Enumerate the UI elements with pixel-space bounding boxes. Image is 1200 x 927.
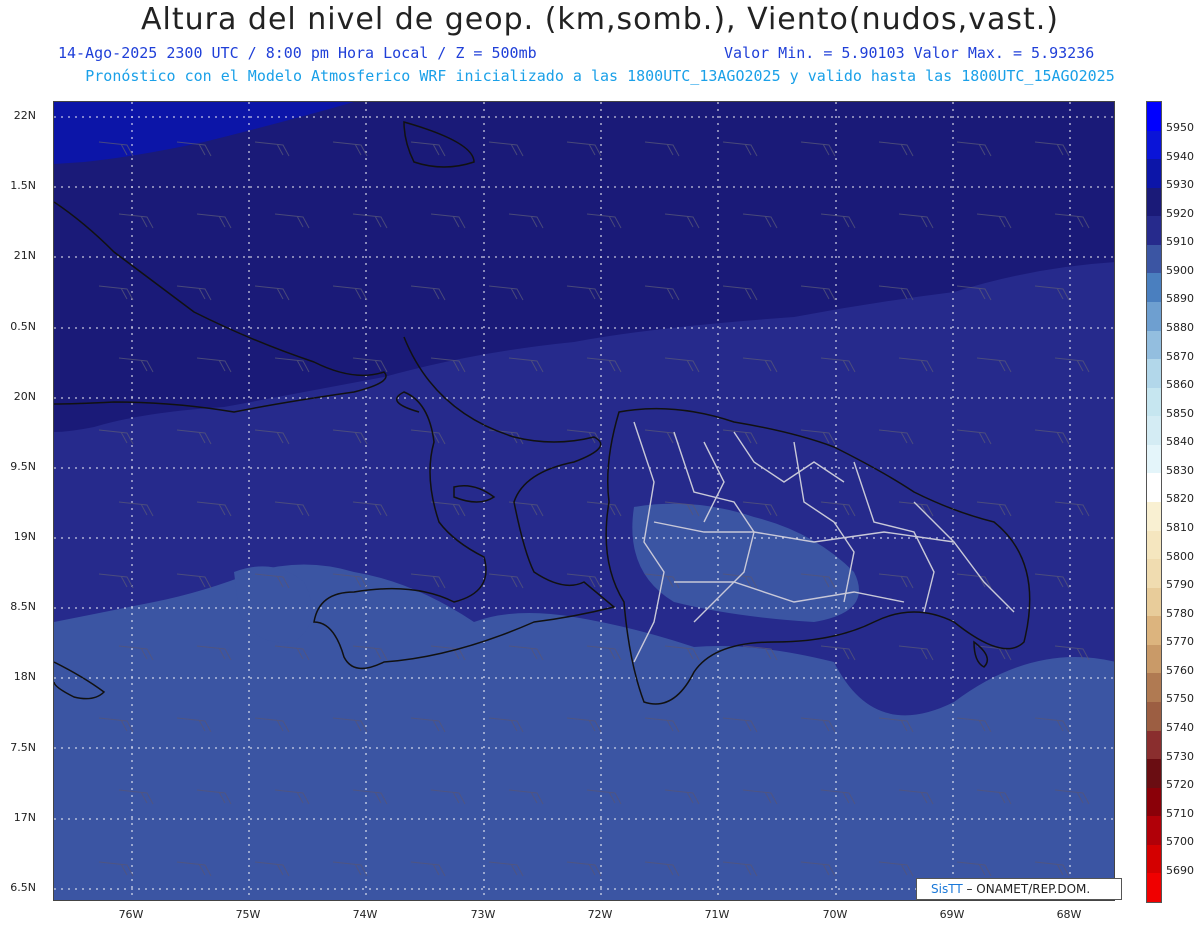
- lat-label: 21N: [13, 249, 36, 262]
- color-scale-label: 5920: [1166, 206, 1194, 220]
- credit-box: SisTT – ONAMET/REP.DOM.: [916, 878, 1122, 900]
- color-segment: [1147, 816, 1161, 846]
- color-scale-label: 5880: [1166, 321, 1194, 334]
- min-max-text: Valor Min. = 5.90103 Valor Max. = 5.9323…: [724, 44, 1095, 62]
- color-segment: [1147, 759, 1161, 789]
- color-scale-label: 5770: [1166, 635, 1194, 649]
- color-segment: [1147, 473, 1161, 503]
- color-segment: [1147, 730, 1161, 760]
- color-scale-label: 5830: [1166, 463, 1194, 477]
- model-info-text: Pronóstico con el Modelo Atmosferico WRF…: [85, 67, 1115, 85]
- color-segment: [1147, 159, 1161, 189]
- color-segment: [1147, 673, 1161, 703]
- lon-label: 70W: [822, 908, 848, 921]
- color-segment: [1147, 102, 1161, 132]
- color-segment: [1147, 702, 1161, 732]
- color-segment: [1147, 216, 1161, 246]
- lat-label: 6.5N: [10, 881, 36, 894]
- lon-label: 72W: [587, 908, 613, 921]
- color-scale-label: 5750: [1166, 692, 1194, 706]
- color-segment: [1147, 873, 1161, 903]
- color-scale-label: 5840: [1166, 435, 1194, 449]
- lon-label: 75W: [235, 908, 261, 921]
- color-scale-label: 5890: [1166, 292, 1194, 306]
- color-scale-label: 5940: [1166, 149, 1194, 163]
- lat-label: 9.5N: [10, 460, 36, 473]
- lon-label: 74W: [352, 908, 378, 921]
- color-segment: [1147, 359, 1161, 389]
- color-scale-label: 5790: [1166, 578, 1194, 592]
- color-scale-label: 5950: [1166, 121, 1194, 134]
- color-segment: [1147, 559, 1161, 589]
- color-segment: [1147, 444, 1161, 474]
- color-segment: [1147, 273, 1161, 303]
- color-scale-label: 5820: [1166, 492, 1194, 506]
- valid-time-text: 14-Ago-2025 2300 UTC / 8:00 pm Hora Loca…: [58, 44, 537, 62]
- color-scale-label: 5730: [1166, 749, 1194, 763]
- color-scale-bar: [1146, 101, 1162, 903]
- credit-text: – ONAMET/REP.DOM.: [966, 882, 1091, 896]
- color-scale-label: 5800: [1166, 549, 1194, 563]
- lon-label: 76W: [118, 908, 144, 921]
- color-scale-label: 5760: [1166, 663, 1194, 677]
- lon-label: 69W: [939, 908, 965, 921]
- lat-label: 1.5N: [10, 179, 36, 192]
- color-segment: [1147, 130, 1161, 160]
- color-segment: [1147, 416, 1161, 446]
- color-segment: [1147, 530, 1161, 560]
- map-panel: [53, 101, 1115, 901]
- color-scale-label: 5740: [1166, 721, 1194, 734]
- color-scale-label: 5690: [1166, 863, 1194, 877]
- map-title: Altura del nivel de geop. (km,somb.), Vi…: [141, 2, 1059, 37]
- lat-label: 18N: [13, 670, 36, 683]
- color-scale-label: 5850: [1166, 406, 1194, 420]
- color-scale-label: 5910: [1166, 235, 1194, 249]
- lon-label: 71W: [704, 908, 730, 921]
- lat-label: 8.5N: [10, 600, 36, 613]
- color-scale-label: 5900: [1166, 263, 1194, 277]
- color-scale-label: 5780: [1166, 606, 1194, 620]
- color-scale-label: 5810: [1166, 521, 1194, 534]
- lat-label: 17N: [13, 811, 36, 824]
- color-segment: [1147, 616, 1161, 646]
- color-segment: [1147, 302, 1161, 332]
- color-scale-label: 5860: [1166, 378, 1194, 392]
- color-segment: [1147, 787, 1161, 817]
- color-segment: [1147, 244, 1161, 274]
- color-segment: [1147, 187, 1161, 217]
- color-scale-label: 5870: [1166, 349, 1194, 363]
- color-segment: [1147, 502, 1161, 532]
- lat-label: 22N: [13, 109, 36, 122]
- lat-label: 20N: [13, 390, 36, 403]
- color-segment: [1147, 644, 1161, 674]
- color-scale-label: 5720: [1166, 778, 1194, 792]
- lat-label: 19N: [13, 530, 36, 543]
- lat-label: 0.5N: [10, 320, 36, 333]
- map-canvas: [54, 102, 1114, 900]
- color-segment: [1147, 387, 1161, 417]
- color-scale-label: 5710: [1166, 806, 1194, 820]
- lat-label: 7.5N: [10, 741, 36, 754]
- lon-label: 73W: [470, 908, 496, 921]
- color-segment: [1147, 587, 1161, 617]
- color-segment: [1147, 844, 1161, 874]
- brand-logo: SisTT: [931, 882, 963, 896]
- color-segment: [1147, 330, 1161, 360]
- color-scale-label: 5930: [1166, 178, 1194, 192]
- lon-label: 68W: [1056, 908, 1082, 921]
- color-scale-label: 5700: [1166, 835, 1194, 849]
